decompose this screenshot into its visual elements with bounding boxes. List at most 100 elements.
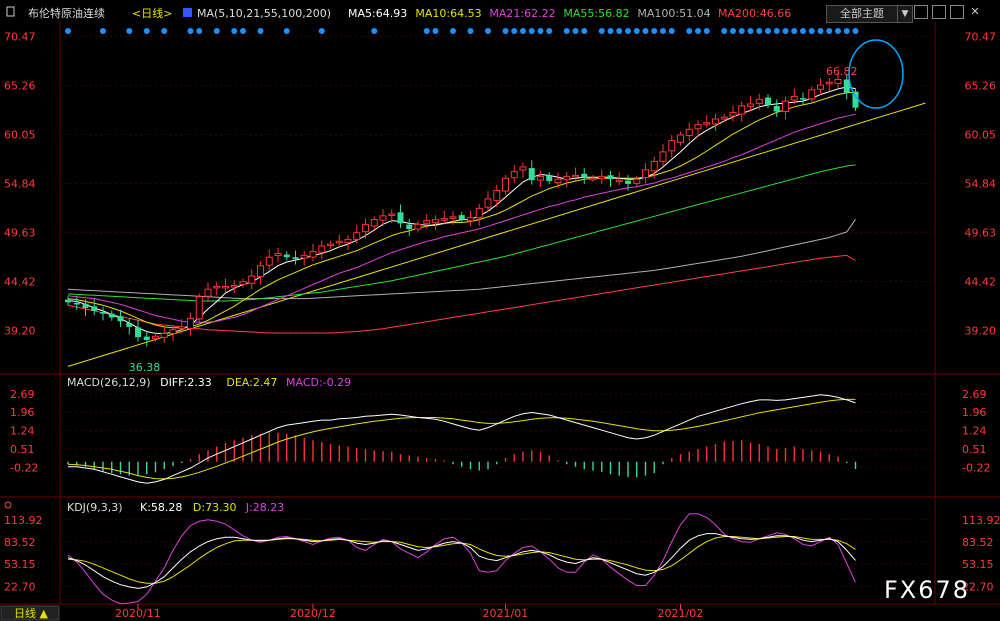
candle-body	[423, 220, 431, 224]
y-tick-right: 39.20	[965, 325, 997, 338]
window-controls: ✕	[914, 5, 994, 21]
y-tick-right: 70.47	[965, 31, 997, 44]
signal-dot	[423, 28, 430, 34]
signal-dot	[100, 28, 106, 34]
candle-body	[685, 128, 693, 137]
candle-body	[178, 326, 186, 330]
candle-body	[91, 306, 98, 311]
candle-body	[729, 111, 737, 117]
signal-dot	[240, 28, 246, 34]
close-icon[interactable]: ✕	[968, 5, 982, 19]
macd-y-tick-right: 0.51	[962, 443, 987, 456]
kdj-y-tick-right: 53.15	[962, 558, 994, 571]
candle-body	[528, 168, 535, 181]
candle-body	[406, 224, 413, 230]
candle-body	[510, 171, 518, 179]
candle-body	[720, 116, 728, 120]
signal-dot	[835, 28, 841, 34]
macd-y-tick-right: 1.24	[962, 424, 987, 437]
signal-dot	[703, 28, 710, 34]
candle-body	[248, 275, 256, 284]
signal-dot	[520, 28, 526, 34]
signal-dot	[581, 28, 588, 34]
ma-value: MA21:62.22	[489, 7, 555, 20]
kdj-y-tick-left: 83.52	[4, 536, 36, 549]
macd-y-tick-left: -0.22	[10, 461, 38, 474]
watermark: FX678	[884, 576, 970, 604]
signal-dot	[528, 28, 535, 34]
signal-dot	[808, 28, 815, 34]
low-annotation: 36.38	[129, 361, 161, 374]
kdj-label: K:58.28	[140, 501, 182, 514]
signal-dot	[826, 28, 833, 34]
macd-y-tick-left: 2.69	[10, 388, 35, 401]
candle-body	[642, 169, 649, 178]
candle-body	[554, 178, 562, 184]
signal-dot	[747, 28, 754, 34]
kdj-y-tick-right: 113.92	[962, 514, 1000, 527]
kdj-label: J:28.23	[245, 501, 284, 514]
candle-body	[467, 217, 474, 222]
theme-dropdown-icon[interactable]: ▼	[897, 5, 913, 23]
signal-dot	[616, 28, 623, 34]
macd-label: DEA:2.47	[226, 376, 277, 389]
candle-body	[344, 238, 352, 243]
candle-body	[581, 173, 588, 178]
signal-dot	[625, 28, 631, 34]
candle-body	[537, 175, 544, 181]
candle-body	[458, 215, 465, 220]
restore-icon[interactable]	[914, 5, 928, 19]
candle-body	[318, 245, 326, 253]
period-label[interactable]: <日线>	[132, 6, 172, 20]
candle-body	[222, 285, 229, 289]
signal-dot	[782, 28, 789, 34]
candle-body	[397, 212, 404, 224]
y-tick-right: 65.26	[965, 80, 997, 93]
y-tick-left: 54.84	[4, 178, 36, 191]
indicator-icon[interactable]	[183, 8, 192, 17]
candle-body	[546, 175, 553, 182]
candle-body	[563, 175, 571, 181]
candle-body	[633, 178, 641, 184]
signal-dot	[756, 28, 763, 34]
signal-dot	[161, 28, 168, 34]
maximize-icon[interactable]	[950, 5, 964, 19]
window-icon[interactable]	[932, 5, 946, 19]
candle-body	[825, 81, 833, 85]
y-tick-right: 54.84	[965, 178, 997, 191]
y-tick-left: 60.05	[4, 129, 36, 142]
y-tick-left: 44.42	[4, 276, 36, 289]
candle-body	[370, 219, 378, 227]
candle-body	[82, 303, 89, 309]
signal-dot	[231, 28, 238, 34]
macd-y-tick-right: -0.22	[962, 461, 990, 474]
signal-dot	[668, 28, 675, 34]
candle-body	[589, 177, 597, 181]
candle-body	[152, 335, 159, 339]
candle-body	[615, 179, 623, 183]
ma-params: MA(5,10,21,55,100,200)	[197, 7, 331, 20]
period-button-label[interactable]: 日线 ▲	[14, 606, 48, 620]
y-tick-right: 49.63	[965, 227, 997, 240]
kdj-label: D:73.30	[193, 501, 237, 514]
signal-dot	[196, 28, 203, 34]
ma-value: MA10:64.53	[415, 7, 481, 20]
candle-body	[782, 100, 789, 112]
macd-label: MACD(26,12,9)	[67, 376, 151, 389]
candle-body	[475, 207, 483, 219]
signal-dot	[721, 28, 728, 34]
signal-dot	[686, 28, 693, 34]
candle-body	[625, 180, 631, 184]
candle-body	[117, 316, 124, 322]
signal-dot	[633, 28, 640, 34]
candle-body	[65, 299, 71, 303]
signal-dot	[432, 28, 439, 34]
theme-button[interactable]: 全部主题	[826, 5, 898, 23]
y-tick-left: 70.47	[4, 31, 36, 44]
signal-dot	[598, 28, 605, 34]
signal-dot	[800, 28, 806, 34]
signal-dot	[318, 28, 325, 34]
candle-body	[800, 98, 806, 100]
signal-dot	[187, 28, 194, 34]
ma-values: MA5:64.93 MA10:64.53 MA21:62.22 MA55:56.82 M…	[348, 7, 791, 20]
